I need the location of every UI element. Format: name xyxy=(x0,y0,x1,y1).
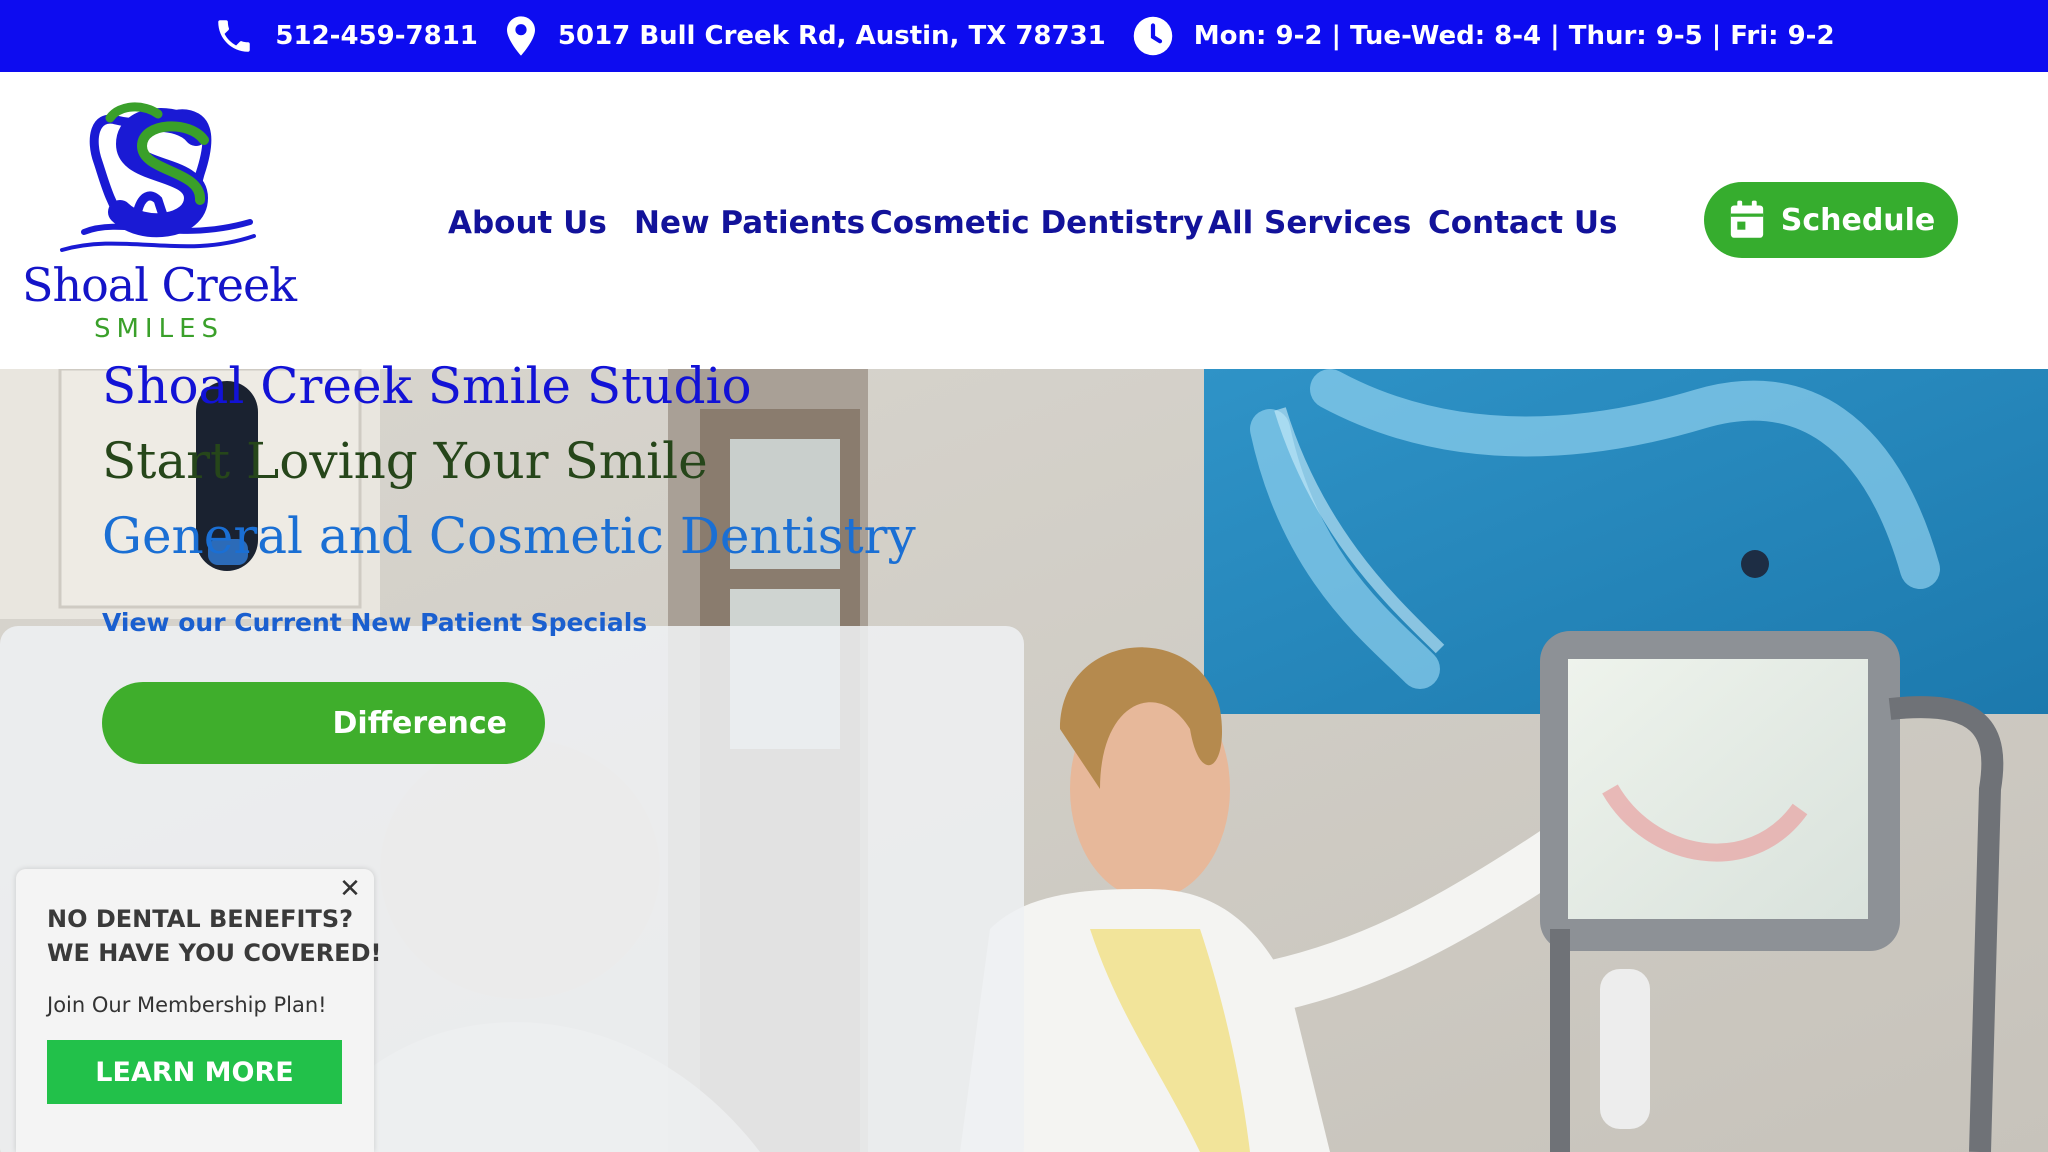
popup-heading-line1: NO DENTAL BENEFITS? xyxy=(47,905,354,933)
hero-subtitle: General and Cosmetic Dentistry xyxy=(102,507,916,565)
popup-text: Join Our Membership Plan! xyxy=(47,993,327,1017)
schedule-button[interactable]: Schedule xyxy=(1704,182,1958,258)
hero-tagline: Start Loving Your Smile xyxy=(102,432,708,490)
hours-info: Mon: 9-2 | Tue-Wed: 8-4 | Thur: 9-5 | Fr… xyxy=(1132,15,1835,57)
close-icon[interactable]: ✕ xyxy=(336,875,364,903)
nav-all-services[interactable]: All Services xyxy=(1208,198,1411,248)
nav-contact-us[interactable]: Contact Us xyxy=(1428,198,1617,248)
popup-heading-line2: WE HAVE YOU COVERED! xyxy=(47,939,382,967)
nav-new-patients[interactable]: New Patients xyxy=(634,198,865,248)
logo-subtitle: SMILES xyxy=(93,314,225,344)
site-header: Shoal Creek SMILES About Us New Patients… xyxy=(0,72,2048,369)
address-text[interactable]: 5017 Bull Creek Rd, Austin, TX 78731 xyxy=(558,21,1106,51)
schedule-label: Schedule xyxy=(1780,202,1936,238)
membership-popup: ✕ NO DENTAL BENEFITS? WE HAVE YOU COVERE… xyxy=(16,869,381,1152)
top-info-bar: 512-459-7811 5017 Bull Creek Rd, Austin,… xyxy=(0,0,2048,72)
learn-more-button[interactable]: LEARN MORE xyxy=(47,1040,342,1104)
hero-cta-button[interactable]: Difference xyxy=(102,682,545,764)
patient-specials-link[interactable]: View our Current New Patient Specials xyxy=(102,608,647,637)
nav-cosmetic-dentistry[interactable]: Cosmetic Dentistry xyxy=(870,198,1203,248)
address-contact[interactable]: 5017 Bull Creek Rd, Austin, TX 78731 xyxy=(504,15,1106,57)
hours-text: Mon: 9-2 | Tue-Wed: 8-4 | Thur: 9-5 | Fr… xyxy=(1193,21,1835,51)
hero-title: Shoal Creek Smile Studio xyxy=(102,357,752,415)
calendar-icon xyxy=(1730,200,1763,238)
clock-icon xyxy=(1133,16,1173,56)
phone-contact[interactable]: 512-459-7811 xyxy=(213,15,478,57)
nav-about-us[interactable]: About Us xyxy=(448,198,607,248)
phone-icon xyxy=(218,20,251,52)
map-pin-icon xyxy=(506,16,535,56)
phone-number[interactable]: 512-459-7811 xyxy=(275,21,478,51)
logo-name: Shoal Creek xyxy=(21,258,297,312)
